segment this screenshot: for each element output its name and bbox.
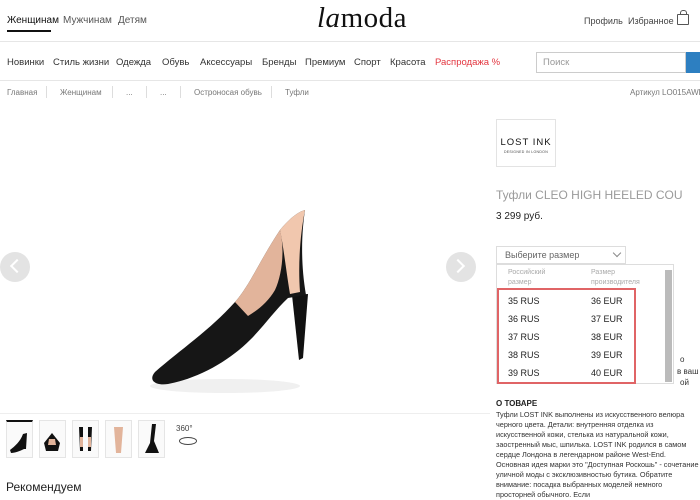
tab-women[interactable]: Женщинам xyxy=(7,15,59,26)
thumbnail-5[interactable] xyxy=(138,420,165,458)
breadcrumb-separator xyxy=(146,86,147,98)
logo-suffix: moda xyxy=(340,2,407,34)
clipped-text-1: о xyxy=(680,355,685,364)
nav-item-beauty[interactable]: Красота xyxy=(390,57,426,68)
tab-kids[interactable]: Детям xyxy=(118,15,147,26)
next-image-button[interactable] xyxy=(446,252,476,282)
nav-item-lifestyle[interactable]: Стиль жизни xyxy=(53,57,109,68)
search-button[interactable] xyxy=(686,52,700,73)
recommended-heading: Рекомендуем xyxy=(6,480,82,494)
profile-link[interactable]: Профиль xyxy=(584,16,623,26)
size-header-manufacturer: Размер производителя xyxy=(591,269,640,286)
thumbnail-shoe-image xyxy=(79,427,92,451)
thumbnail-1[interactable] xyxy=(6,420,33,458)
breadcrumb-ellipsis-1[interactable]: ... xyxy=(126,88,133,97)
clipped-text-2: в ваш xyxy=(677,367,699,376)
top-header: Женщинам Мужчинам Детям lamoda Профиль И… xyxy=(0,0,700,40)
lamoda-logo[interactable]: lamoda xyxy=(317,2,407,35)
breadcrumb-separator xyxy=(46,86,47,98)
product-image xyxy=(150,210,308,393)
thumbnail-shoe-image xyxy=(145,424,159,453)
cart-icon[interactable] xyxy=(677,10,689,25)
nav-divider-bottom xyxy=(0,80,700,81)
thumbnail-2[interactable] xyxy=(39,420,66,458)
nav-item-sport[interactable]: Спорт xyxy=(354,57,381,68)
thumbnail-divider xyxy=(0,413,490,414)
nav-divider-top xyxy=(0,41,700,42)
thumbnail-shoe-image xyxy=(44,433,60,451)
active-tab-underline xyxy=(7,30,51,32)
prev-image-button[interactable] xyxy=(0,252,30,282)
nav-item-new[interactable]: Новинки xyxy=(7,57,44,68)
size-select[interactable]: Выберите размер xyxy=(496,246,626,264)
about-heading: О ТОВАРЕ xyxy=(496,399,538,408)
product-price: 3 299 руб. xyxy=(496,211,543,222)
chevron-left-icon xyxy=(9,258,25,274)
nav-item-shoes[interactable]: Обувь xyxy=(162,57,189,68)
rotate-360-icon[interactable] xyxy=(179,437,197,445)
nav-item-sale[interactable]: Распродажа % xyxy=(435,57,500,68)
favorites-link[interactable]: Избранное xyxy=(628,16,674,26)
breadcrumb-pointed-shoes[interactable]: Остроносая обувь xyxy=(194,88,262,97)
size-header-russian: Российский размер xyxy=(508,269,546,286)
thumbnail-shoe-image xyxy=(10,433,27,453)
nav-item-accessories[interactable]: Аксессуары xyxy=(200,57,252,68)
article-number: Артикул LO015AWF xyxy=(630,88,700,97)
thumbnail-4[interactable] xyxy=(105,420,132,458)
product-title: Туфли CLEO HIGH HEELED COU xyxy=(496,188,683,202)
clipped-text-3: ой xyxy=(680,378,689,387)
view-360-label[interactable]: 360° xyxy=(176,424,193,433)
breadcrumb-home[interactable]: Главная xyxy=(7,88,37,97)
nav-item-clothing[interactable]: Одежда xyxy=(116,57,151,68)
dropdown-scrollbar[interactable] xyxy=(665,270,672,382)
thumbnail-3[interactable] xyxy=(72,420,99,458)
brand-logo-name: LOST INK xyxy=(500,137,552,148)
breadcrumb-ellipsis-2[interactable]: ... xyxy=(160,88,167,97)
tab-men[interactable]: Мужчинам xyxy=(63,15,112,26)
brand-logo-tagline: DESIGNED IN LONDON xyxy=(503,150,549,154)
breadcrumb-separator xyxy=(180,86,181,98)
nav-item-premium[interactable]: Премиум xyxy=(305,57,345,68)
logo-prefix: la xyxy=(317,2,341,34)
about-description: Туфли LOST INK выполнены из искусственно… xyxy=(496,410,699,499)
breadcrumb-separator xyxy=(112,86,113,98)
breadcrumb-current: Туфли xyxy=(285,88,309,97)
breadcrumb-women[interactable]: Женщинам xyxy=(60,88,102,97)
size-highlight-frame xyxy=(497,288,636,384)
breadcrumb-separator xyxy=(271,86,272,98)
thumbnail-shoe-image xyxy=(114,427,123,453)
search-input[interactable]: Поиск xyxy=(536,52,686,73)
nav-item-brands[interactable]: Бренды xyxy=(262,57,296,68)
chevron-right-icon xyxy=(450,258,466,274)
